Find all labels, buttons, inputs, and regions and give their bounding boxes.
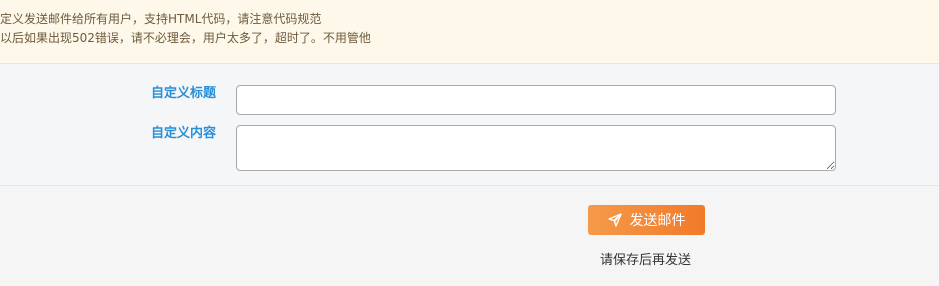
custom-title-label: 自定义标题 bbox=[150, 86, 216, 101]
save-before-send-hint: 请保存后再发送 bbox=[600, 253, 692, 268]
email-form: 自定义标题 自定义内容 bbox=[0, 64, 939, 186]
send-email-button[interactable]: 发送邮件 bbox=[588, 205, 705, 235]
send-email-label: 发送邮件 bbox=[629, 213, 686, 229]
notice-line-2: 以后如果出现502错误，请不必理会，用户太多了，超时了。不用管他 bbox=[0, 31, 371, 45]
custom-content-label: 自定义内容 bbox=[150, 126, 216, 141]
custom-title-input[interactable] bbox=[236, 85, 836, 115]
custom-content-textarea[interactable] bbox=[236, 125, 836, 171]
notice-line-1: 定义发送邮件给所有用户，支持HTML代码，请注意代码规范 bbox=[0, 12, 322, 26]
notice-panel: 定义发送邮件给所有用户，支持HTML代码，请注意代码规范 以后如果出现502错误… bbox=[0, 0, 939, 64]
paper-plane-icon bbox=[607, 213, 622, 227]
